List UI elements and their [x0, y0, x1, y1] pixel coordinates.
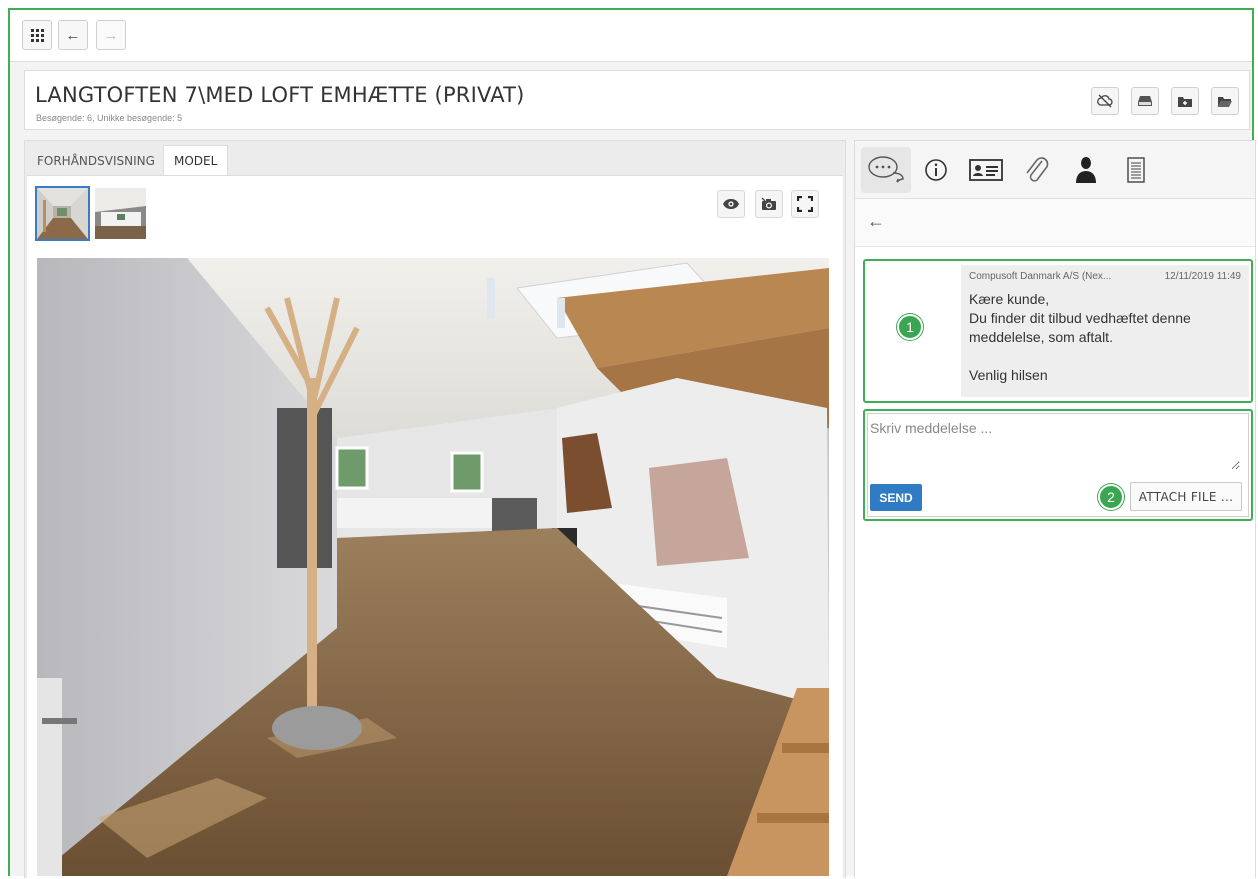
eye-icon: [723, 199, 739, 209]
info-icon: [925, 159, 947, 181]
thumbnail-2[interactable]: [93, 186, 148, 241]
room-render-image: [37, 258, 829, 876]
back-button[interactable]: ←: [58, 20, 88, 50]
compose-area: SEND 2 ATTACH FILE ...: [863, 409, 1253, 521]
arrow-right-icon: →: [103, 26, 119, 44]
tab-model[interactable]: MODEL: [163, 145, 229, 176]
fullscreen-icon: [797, 196, 813, 212]
tab-attachments[interactable]: [1011, 147, 1061, 193]
thumbnail-1[interactable]: [35, 186, 90, 241]
thread-navigation: ←: [855, 199, 1255, 247]
compose-box: SEND 2 ATTACH FILE ...: [867, 413, 1249, 517]
message-meta: Compusoft Danmark A/S (Nex... 12/11/2019…: [969, 271, 1241, 282]
message-timestamp: 12/11/2019 11:49: [1164, 271, 1241, 282]
tab-contact[interactable]: [961, 147, 1011, 193]
visibility-button[interactable]: [717, 190, 745, 218]
tab-preview[interactable]: FORHÅNDSVISNING: [27, 145, 165, 176]
tab-notes[interactable]: [1111, 147, 1161, 193]
arrow-left-icon: ←: [65, 26, 81, 44]
preview-tabs: FORHÅNDSVISNING MODEL: [25, 141, 845, 176]
apps-button[interactable]: [22, 20, 52, 50]
send-button[interactable]: SEND: [870, 484, 922, 511]
thumbnail-image: [95, 188, 146, 239]
message-sender: Compusoft Danmark A/S (Nex...: [969, 271, 1112, 282]
top-toolbar: ← →: [10, 10, 1252, 62]
cloud-off-button[interactable]: [1091, 87, 1119, 115]
folder-add-button[interactable]: [1171, 87, 1199, 115]
thumbnail-image: [37, 188, 88, 239]
cloud-off-icon: [1097, 94, 1113, 108]
message-input[interactable]: [870, 420, 1240, 470]
tab-info[interactable]: [911, 147, 961, 193]
folder-open-button[interactable]: [1211, 87, 1239, 115]
preview-panel: FORHÅNDSVISNING MODEL: [24, 140, 846, 879]
page-title: LANGTOFTEN 7\MED LOFT EMHÆTTE (PRIVAT): [35, 83, 525, 107]
notes-icon: [1127, 157, 1145, 183]
chat-icon: [868, 156, 904, 183]
grid-icon: [30, 28, 44, 42]
communication-panel: ← 1 Compusoft Danmark A/S (Nex... 12/11/…: [854, 140, 1256, 878]
project-header: LANGTOFTEN 7\MED LOFT EMHÆTTE (PRIVAT) B…: [24, 70, 1250, 130]
fullscreen-button[interactable]: [791, 190, 819, 218]
3d-render-view[interactable]: [37, 258, 829, 876]
back-arrow-icon[interactable]: ←: [867, 211, 885, 232]
message-item: 1 Compusoft Danmark A/S (Nex... 12/11/20…: [863, 259, 1253, 403]
message-bubble: Compusoft Danmark A/S (Nex... 12/11/2019…: [961, 265, 1249, 397]
app-frame: ← → LANGTOFTEN 7\MED LOFT EMHÆTTE (PRIVA…: [8, 8, 1256, 879]
camera-icon: [761, 197, 776, 210]
visitor-stats: Besøgende: 6, Unikke besøgende: 5: [36, 113, 183, 123]
drive-button[interactable]: [1131, 87, 1159, 115]
forward-button[interactable]: →: [96, 20, 126, 50]
person-icon: [1076, 157, 1096, 183]
message-body: Kære kunde, Du finder dit tilbud vedhæft…: [969, 291, 1191, 383]
attach-file-button[interactable]: ATTACH FILE ...: [1130, 482, 1242, 511]
paperclip-icon: [1026, 157, 1049, 182]
callout-badge-2: 2: [1098, 484, 1124, 510]
drive-icon: [1138, 96, 1152, 106]
tab-person[interactable]: [1061, 147, 1111, 193]
model-viewer: [27, 175, 843, 879]
contact-card-icon: [969, 159, 1003, 181]
folder-add-icon: [1178, 96, 1192, 107]
folder-open-icon: [1218, 96, 1232, 107]
snapshot-button[interactable]: [755, 190, 783, 218]
callout-badge-1: 1: [897, 314, 923, 340]
panel-tabs: [855, 141, 1255, 199]
tab-messages[interactable]: [861, 147, 911, 193]
